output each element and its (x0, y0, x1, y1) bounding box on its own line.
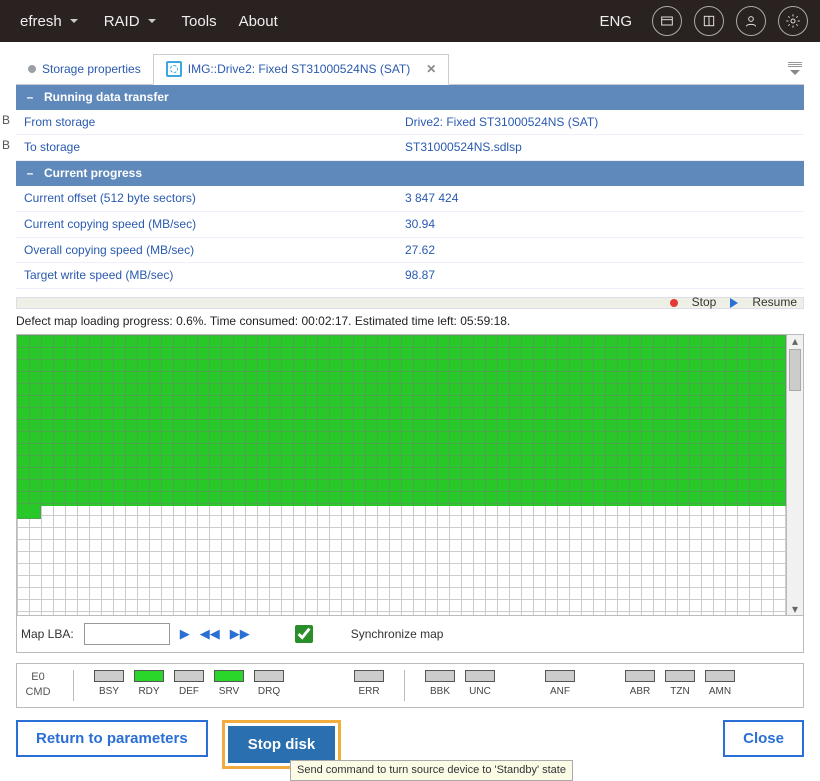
top-menubar: efresh RAID Tools About ENG (0, 0, 820, 42)
menu-tools[interactable]: Tools (174, 7, 225, 36)
led-status-bar: E0CMD BSY RDY DEF SRV DRQ ERR BBK UNC AN… (16, 663, 804, 708)
window-icon[interactable] (652, 6, 682, 36)
sync-map-input[interactable] (264, 625, 344, 643)
collapse-icon[interactable]: – (24, 165, 36, 182)
defect-map: ▴ ▾ (16, 334, 804, 616)
drive-icon (166, 61, 182, 77)
side-fragment: BB (0, 108, 12, 158)
menu-about[interactable]: About (231, 7, 286, 36)
tab-drive-img[interactable]: IMG::Drive2: Fixed ST31000524NS (SAT) ✕ (153, 54, 450, 85)
led-unc: UNC (465, 670, 495, 699)
resume-link[interactable]: Resume (752, 294, 797, 311)
scroll-up-icon[interactable]: ▴ (789, 335, 801, 347)
tab-list-dropdown[interactable] (786, 61, 804, 77)
led-amn: AMN (705, 670, 735, 699)
play-icon (730, 298, 738, 308)
panel-icon[interactable] (694, 6, 724, 36)
scroll-thumb[interactable] (789, 349, 801, 391)
fastfwd-icon[interactable]: ▶▶ (230, 625, 250, 643)
defect-progress-text: Defect map loading progress: 0.6%. Time … (16, 309, 804, 334)
led-bbk: BBK (425, 670, 455, 699)
map-lba-input[interactable] (84, 623, 170, 645)
map-current-row (17, 506, 41, 519)
close-icon[interactable]: ✕ (426, 61, 436, 78)
collapse-icon[interactable]: – (24, 89, 36, 106)
map-scrollbar[interactable]: ▴ ▾ (786, 335, 803, 615)
led-anf: ANF (545, 670, 575, 699)
map-grid[interactable] (17, 335, 786, 615)
led-tzn: TZN (665, 670, 695, 699)
stop-link[interactable]: Stop (692, 294, 717, 311)
close-button[interactable]: Close (723, 720, 804, 757)
stop-dot-icon (670, 299, 678, 307)
led-srv: SRV (214, 670, 244, 699)
row-to-storage: To storageST31000524NS.sdlsp (16, 135, 804, 161)
led-rdy: RDY (134, 670, 164, 699)
row-current-speed: Current copying speed (MB/sec)30.94 (16, 212, 804, 238)
map-completed-region (17, 335, 786, 506)
led-err: ERR (354, 670, 384, 699)
row-target-speed: Target write speed (MB/sec)98.87 (16, 263, 804, 289)
sync-map-checkbox[interactable]: Synchronize map (260, 622, 444, 646)
menu-refresh[interactable]: efresh (12, 7, 90, 36)
menu-raid[interactable]: RAID (96, 7, 168, 36)
rewind-icon[interactable]: ◀◀ (200, 625, 220, 643)
tab-label: Storage properties (42, 61, 141, 78)
map-lba-bar: Map LBA: ▶ ◀◀ ▶▶ Synchronize map (16, 616, 804, 653)
led-def: DEF (174, 670, 204, 699)
tab-storage-properties[interactable]: Storage properties (16, 55, 153, 84)
row-overall-speed: Overall copying speed (MB/sec)27.62 (16, 238, 804, 264)
row-from-storage: From storageDrive2: Fixed ST31000524NS (… (16, 110, 804, 136)
return-button[interactable]: Return to parameters (16, 720, 208, 757)
tab-bar: Storage properties IMG::Drive2: Fixed ST… (16, 54, 804, 85)
progress-bar: Stop Resume (16, 297, 804, 309)
section-running-transfer: – Running data transfer (16, 85, 804, 110)
scroll-down-icon[interactable]: ▾ (789, 603, 801, 615)
led-bsy: BSY (94, 670, 124, 699)
row-current-offset: Current offset (512 byte sectors)3 847 4… (16, 186, 804, 212)
led-abr: ABR (625, 670, 655, 699)
gear-icon[interactable] (778, 6, 808, 36)
stop-disk-button[interactable]: Stop disk (228, 726, 336, 763)
user-icon[interactable] (736, 6, 766, 36)
button-row: Return to parameters Stop disk Close Sen… (16, 720, 804, 769)
lang-selector[interactable]: ENG (591, 7, 640, 36)
cmd-indicator: E0CMD (23, 670, 53, 701)
tooltip: Send command to turn source device to 'S… (290, 760, 573, 781)
play-icon[interactable]: ▶ (180, 625, 190, 643)
map-lba-label: Map LBA: (21, 626, 74, 643)
led-drq: DRQ (254, 670, 284, 699)
tab-label: IMG::Drive2: Fixed ST31000524NS (SAT) (188, 61, 411, 78)
dot-icon (28, 65, 36, 73)
section-current-progress: – Current progress (16, 161, 804, 186)
